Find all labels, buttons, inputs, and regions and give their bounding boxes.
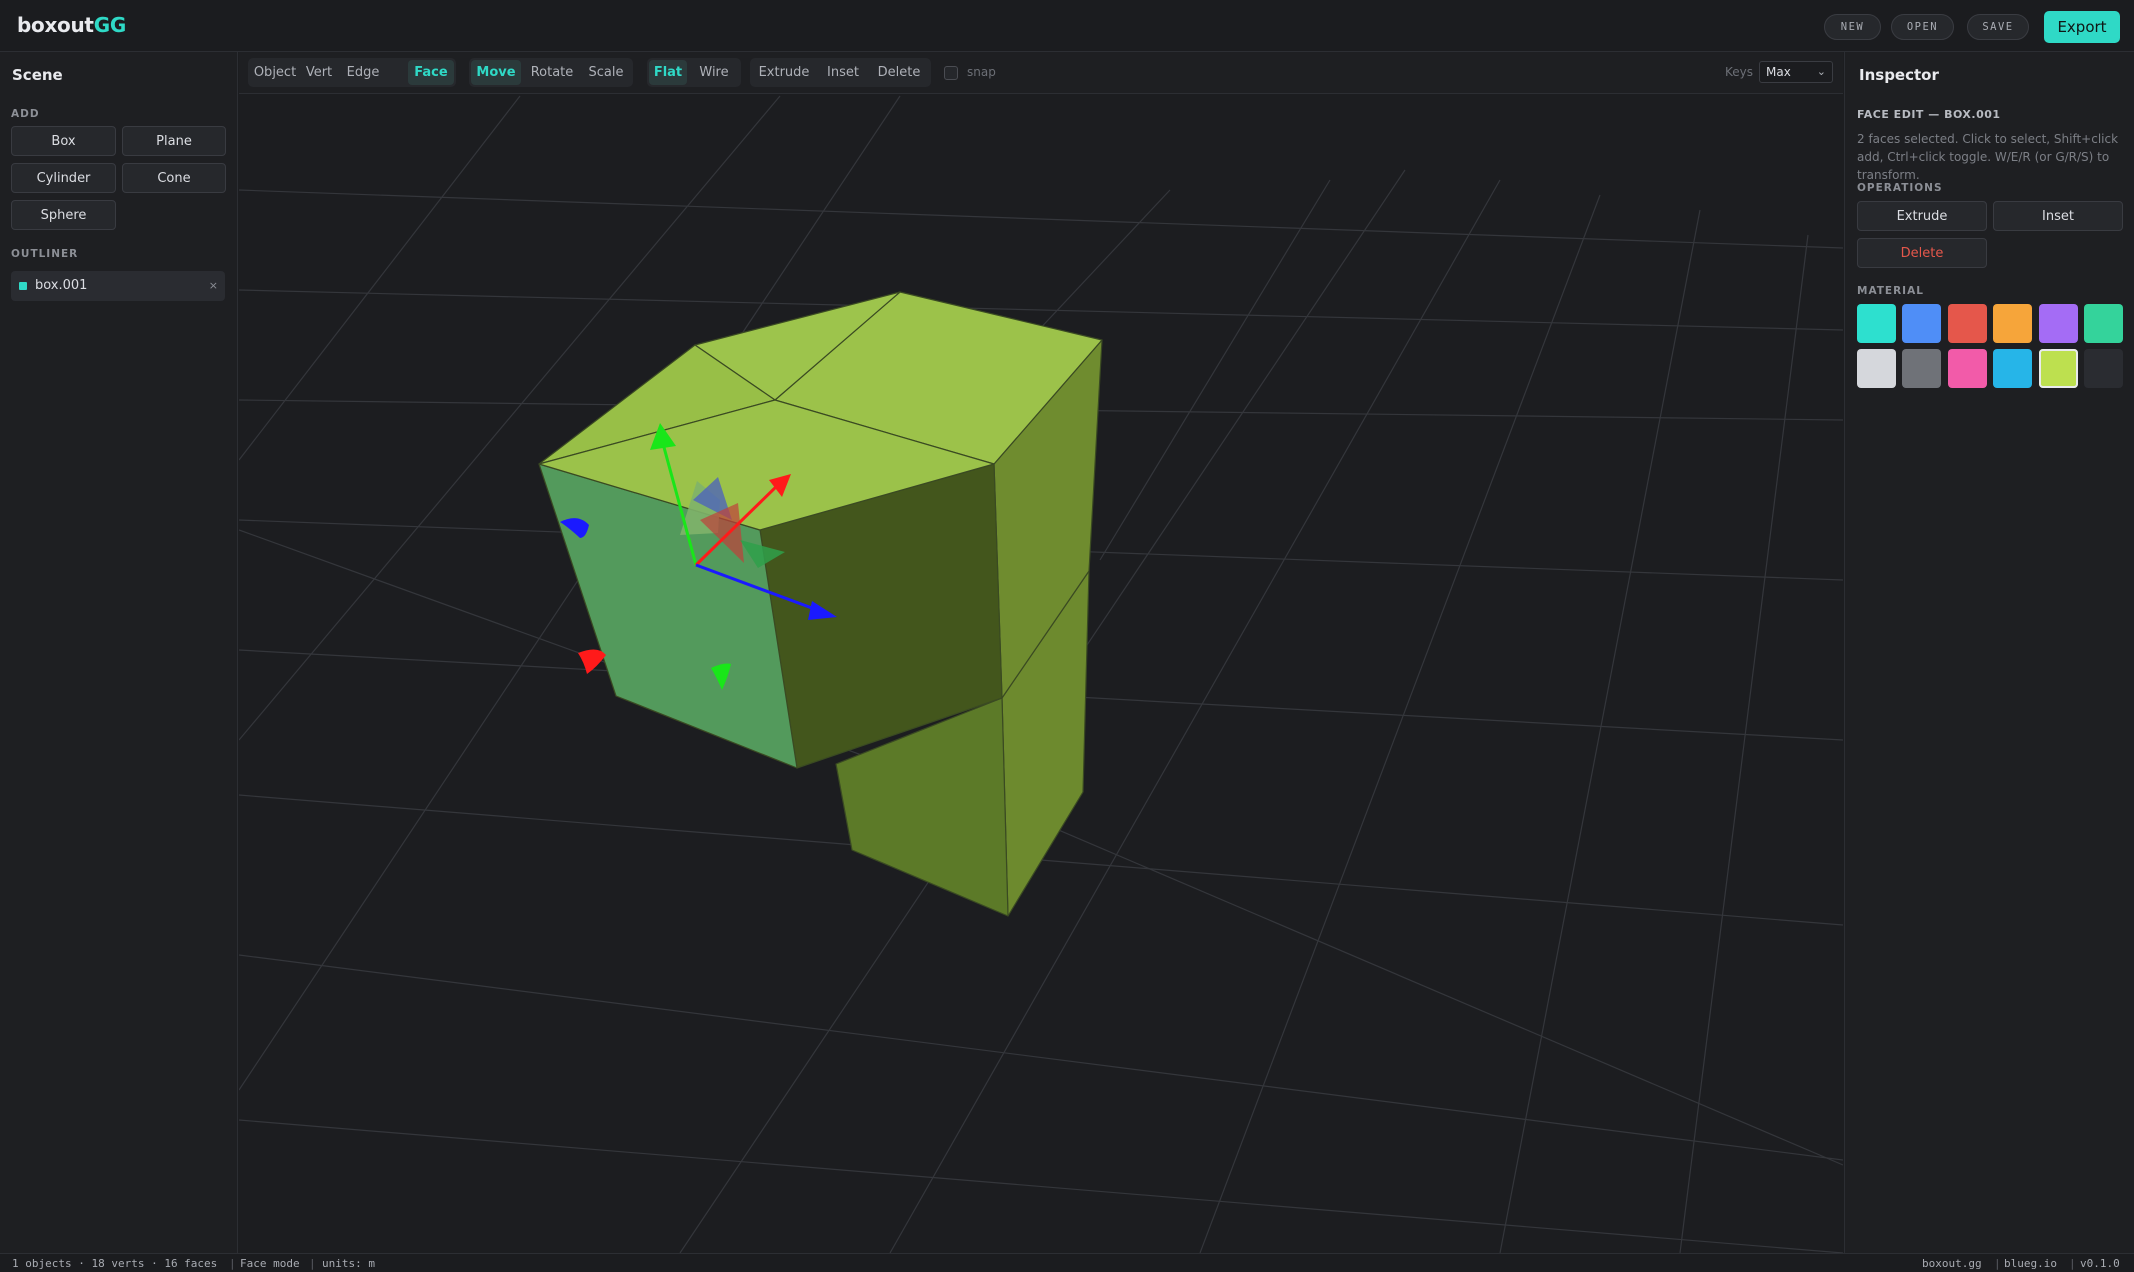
scene-panel: Scene ADD Box Plane Cylinder Cone Sphere… xyxy=(0,52,238,1253)
inset-button[interactable]: Inset xyxy=(1993,201,2123,231)
scene-canvas[interactable] xyxy=(239,94,1843,1253)
material-swatch[interactable] xyxy=(1902,304,1942,343)
logo-text-accent: GG xyxy=(93,13,127,37)
keys-select[interactable]: Max ⌄ xyxy=(1759,61,1833,83)
add-cylinder-button[interactable]: Cylinder xyxy=(11,163,116,193)
keys-select-value: Max xyxy=(1766,65,1791,79)
version-label: v0.1.0 xyxy=(2080,1257,2120,1270)
delete-tool-button[interactable]: Delete xyxy=(870,60,928,85)
snap-label: snap xyxy=(967,65,996,79)
viewport-toolbar: Object Vert Edge Face Move Rotate Scale … xyxy=(239,52,1843,94)
inset-tool-button[interactable]: Inset xyxy=(819,60,867,85)
units-indicator: units: m xyxy=(322,1257,375,1270)
scale-tool-button[interactable]: Scale xyxy=(582,60,630,85)
top-bar: boxoutGG NEW OPEN SAVE Export xyxy=(0,0,2134,52)
material-swatch[interactable] xyxy=(1857,349,1896,388)
open-button[interactable]: OPEN xyxy=(1891,14,1954,40)
scene-stats: 1 objects · 18 verts · 16 faces xyxy=(12,1257,218,1270)
outliner-section-label: OUTLINER xyxy=(11,248,79,260)
site-link[interactable]: boxout.gg xyxy=(1922,1257,1982,1270)
extrude-tool-button[interactable]: Extrude xyxy=(752,60,816,85)
outliner-item[interactable]: box.001 × xyxy=(11,271,225,301)
extrude-button[interactable]: Extrude xyxy=(1857,201,1987,231)
add-plane-button[interactable]: Plane xyxy=(122,126,226,156)
status-separator: | xyxy=(229,1257,236,1270)
add-sphere-button[interactable]: Sphere xyxy=(11,200,116,230)
inspector-subtitle: FACE EDIT — BOX.001 xyxy=(1857,108,2001,121)
add-cone-button[interactable]: Cone xyxy=(122,163,226,193)
keys-label: Keys xyxy=(1725,65,1754,79)
chevron-down-icon: ⌄ xyxy=(1816,65,1826,78)
status-separator: | xyxy=(1994,1257,2001,1270)
author-link[interactable]: blueg.io xyxy=(2004,1257,2057,1270)
remove-object-icon[interactable]: × xyxy=(209,279,218,292)
operations-group: Extrude Inset Delete xyxy=(750,58,931,87)
material-swatch[interactable] xyxy=(2038,349,2078,388)
material-swatch[interactable] xyxy=(2084,304,2123,343)
mode-face-button[interactable]: Face xyxy=(408,60,454,85)
material-swatch[interactable] xyxy=(1947,349,1987,388)
save-button[interactable]: SAVE xyxy=(1967,14,2029,40)
inspector-title: Inspector xyxy=(1859,66,1939,84)
material-section-label: MATERIAL xyxy=(1857,285,1924,297)
material-swatch[interactable] xyxy=(1947,304,1987,343)
3d-viewport[interactable]: Object Vert Edge Face Move Rotate Scale … xyxy=(239,52,1843,1253)
flat-shading-button[interactable]: Flat xyxy=(649,60,687,85)
material-swatch[interactable] xyxy=(2084,349,2123,388)
material-swatch[interactable] xyxy=(1902,349,1942,388)
mode-vert-button[interactable]: Vert xyxy=(300,60,338,85)
add-box-button[interactable]: Box xyxy=(11,126,116,156)
material-swatch[interactable] xyxy=(1993,349,2033,388)
inspector-help-text: 2 faces selected. Click to select, Shift… xyxy=(1857,132,2119,182)
new-button[interactable]: NEW xyxy=(1824,14,1881,40)
mesh-box-001[interactable] xyxy=(538,291,1103,917)
material-swatch[interactable] xyxy=(1857,304,1896,343)
material-swatch[interactable] xyxy=(1993,304,2033,343)
app-logo: boxoutGG xyxy=(17,13,126,37)
select-mode-group: Object Vert Edge Face xyxy=(248,58,456,87)
mode-edge-button[interactable]: Edge xyxy=(341,60,385,85)
delete-button[interactable]: Delete xyxy=(1857,238,1987,268)
outliner-item-name: box.001 xyxy=(35,278,88,293)
mode-object-button[interactable]: Object xyxy=(252,60,298,85)
status-separator: | xyxy=(2069,1257,2076,1270)
operations-section-label: OPERATIONS xyxy=(1857,182,1943,194)
object-color-icon xyxy=(19,282,27,290)
logo-text-primary: boxout xyxy=(17,13,94,37)
status-separator: | xyxy=(309,1257,316,1270)
scene-panel-title: Scene xyxy=(12,66,63,84)
current-mode: Face mode xyxy=(240,1257,300,1270)
wire-shading-button[interactable]: Wire xyxy=(692,60,736,85)
move-tool-button[interactable]: Move xyxy=(471,60,521,85)
transform-mode-group: Move Rotate Scale xyxy=(469,58,633,87)
add-section-label: ADD xyxy=(11,108,40,120)
rotate-tool-button[interactable]: Rotate xyxy=(524,60,580,85)
snap-checkbox[interactable] xyxy=(944,66,958,80)
shading-mode-group: Flat Wire xyxy=(647,58,741,87)
material-swatch[interactable] xyxy=(2038,304,2078,343)
export-button[interactable]: Export xyxy=(2044,11,2120,43)
inspector-panel: Inspector FACE EDIT — BOX.001 2 faces se… xyxy=(1844,52,2134,1253)
status-bar: 1 objects · 18 verts · 16 faces | Face m… xyxy=(0,1253,2134,1272)
